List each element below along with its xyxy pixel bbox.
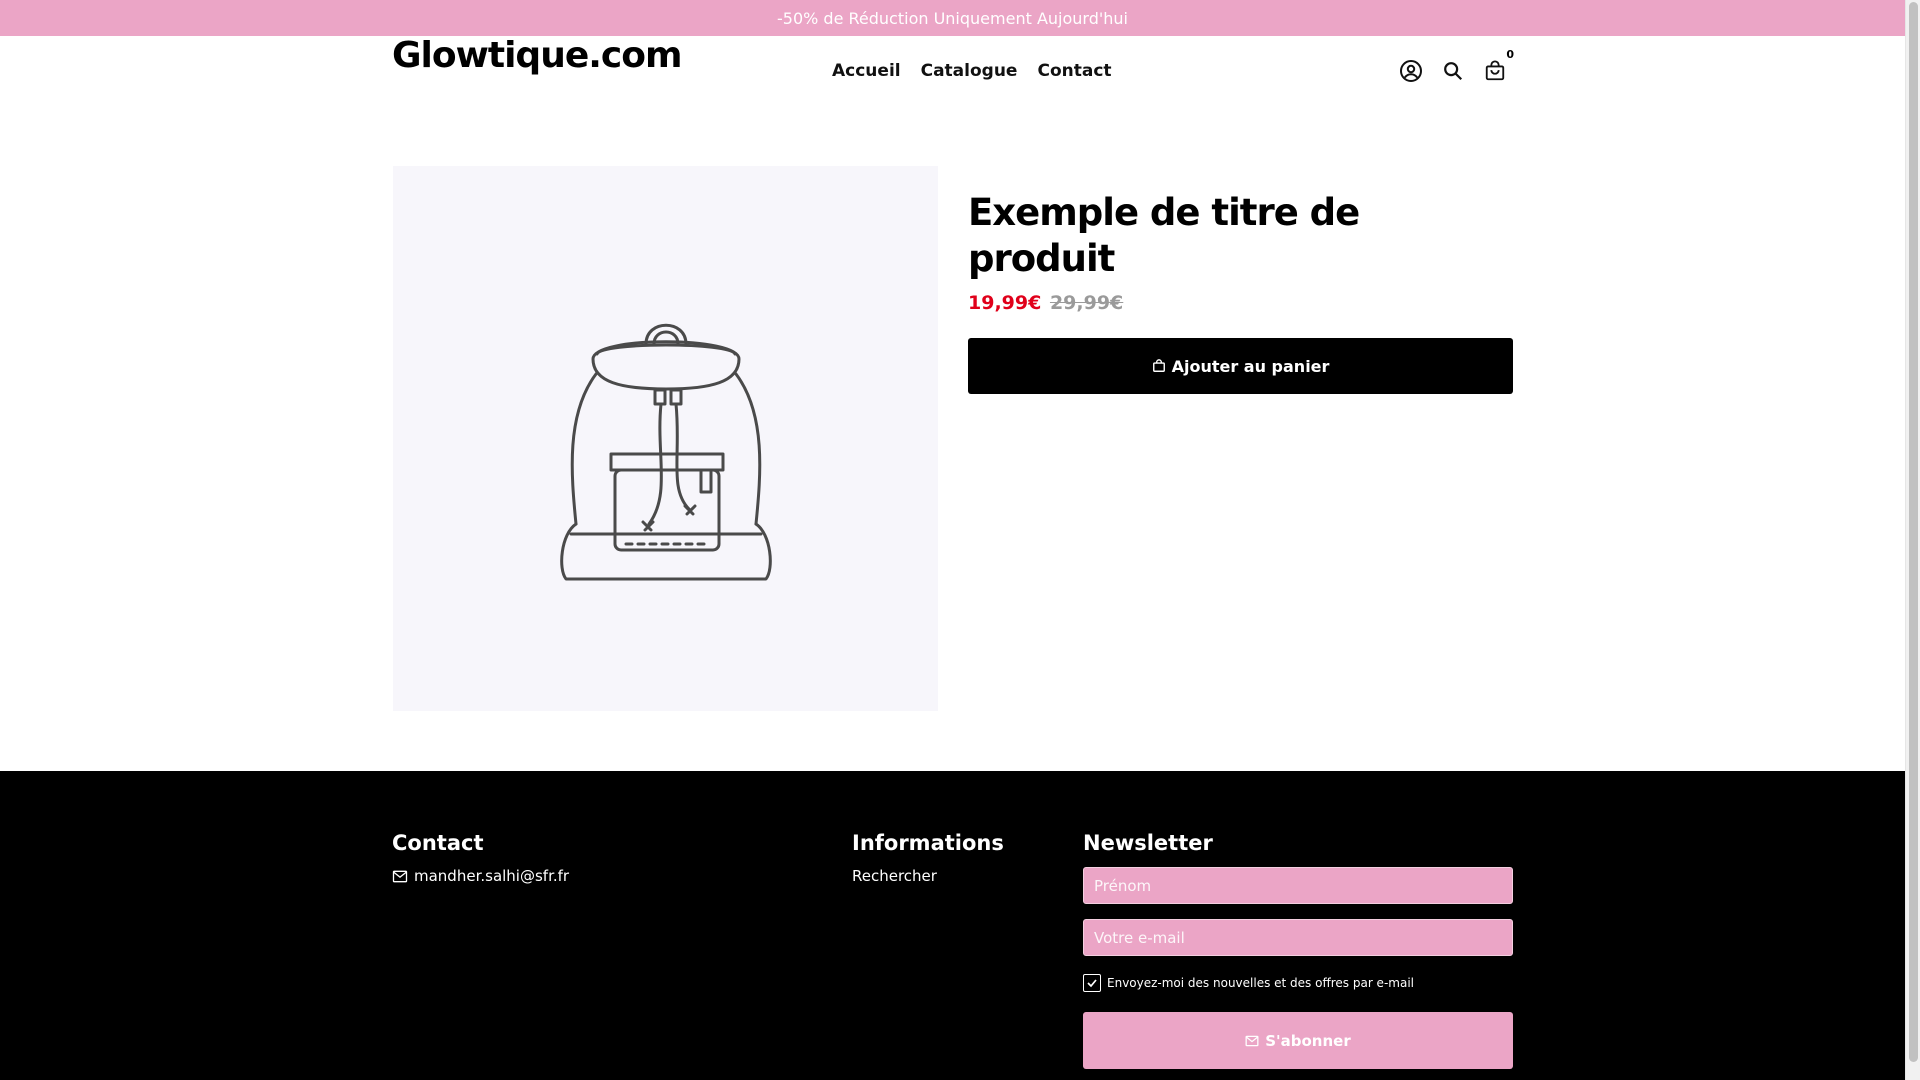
add-to-cart-button[interactable]: Ajouter au panier [968,338,1513,394]
cart-count-badge: 0 [1506,48,1514,61]
backpack-placeholder-icon [559,323,772,580]
subscribe-button[interactable]: S'abonner [1083,1012,1513,1069]
main-nav: Accueil Catalogue Contact [832,60,1112,82]
footer-contact: Contact mandher.salhi@sfr.fr [392,829,569,885]
announcement-bar: -50% de Réduction Uniquement Aujourd'hui [0,0,1905,36]
nav-link-catalogue[interactable]: Catalogue [921,60,1018,82]
cart-icon [1485,60,1505,81]
mail-icon [1245,1035,1259,1046]
consent-label: Envoyez-moi des nouvelles et des offres … [1107,976,1414,990]
footer-informations: Informations Rechercher [852,829,1004,885]
header-icons: 0 [1398,48,1514,84]
site-logo[interactable]: Glowtique.com [392,36,683,76]
account-icon [1400,60,1422,82]
product-image[interactable] [393,166,938,711]
newsletter-consent: Envoyez-moi des nouvelles et des offres … [1083,974,1513,992]
footer-email: mandher.salhi@sfr.fr [414,867,570,885]
cart-button[interactable]: 0 [1482,48,1514,84]
footer-newsletter-heading: Newsletter [1083,831,1213,855]
product-price: 19,99€ 29,99€ [968,292,1513,314]
product-info: Exemple de titre de produit 19,99€ 29,99… [968,190,1513,394]
bag-icon [1152,359,1165,372]
add-to-cart-label: Ajouter au panier [1171,356,1330,376]
scrollbar-thumb[interactable] [1909,2,1918,1062]
search-button[interactable] [1440,58,1466,84]
original-price: 29,99€ [1049,292,1124,314]
mail-icon [392,870,408,882]
checkmark-icon [1087,979,1097,988]
product-section: Exemple de titre de produit 19,99€ 29,99… [0,130,1905,737]
page: -50% de Réduction Uniquement Aujourd'hui… [0,0,1905,1080]
site-header: Glowtique.com Accueil Catalogue Contact [0,36,1905,130]
search-icon [1444,62,1463,81]
page-scrollbar[interactable] [1905,0,1920,1080]
sale-price: 19,99€ [968,292,1042,314]
footer-newsletter: Newsletter Envoyez-moi des nouvelles et … [1083,829,1513,1069]
account-button[interactable] [1398,58,1424,84]
nav-link-accueil[interactable]: Accueil [832,60,901,82]
footer-informations-heading: Informations [852,831,1004,855]
subscribe-label: S'abonner [1265,1031,1351,1050]
first-name-input[interactable] [1083,867,1513,904]
product-title: Exemple de titre de produit [968,191,1360,280]
footer-contact-heading: Contact [392,831,484,855]
newsletter-email-input[interactable] [1083,919,1513,956]
footer-link-rechercher[interactable]: Rechercher [852,867,1004,885]
site-footer: Contact mandher.salhi@sfr.fr Information… [0,771,1905,1080]
announcement-text: -50% de Réduction Uniquement Aujourd'hui [777,8,1128,28]
nav-link-contact[interactable]: Contact [1037,60,1111,82]
consent-checkbox[interactable] [1083,974,1101,992]
footer-email-link[interactable]: mandher.salhi@sfr.fr [392,867,569,885]
